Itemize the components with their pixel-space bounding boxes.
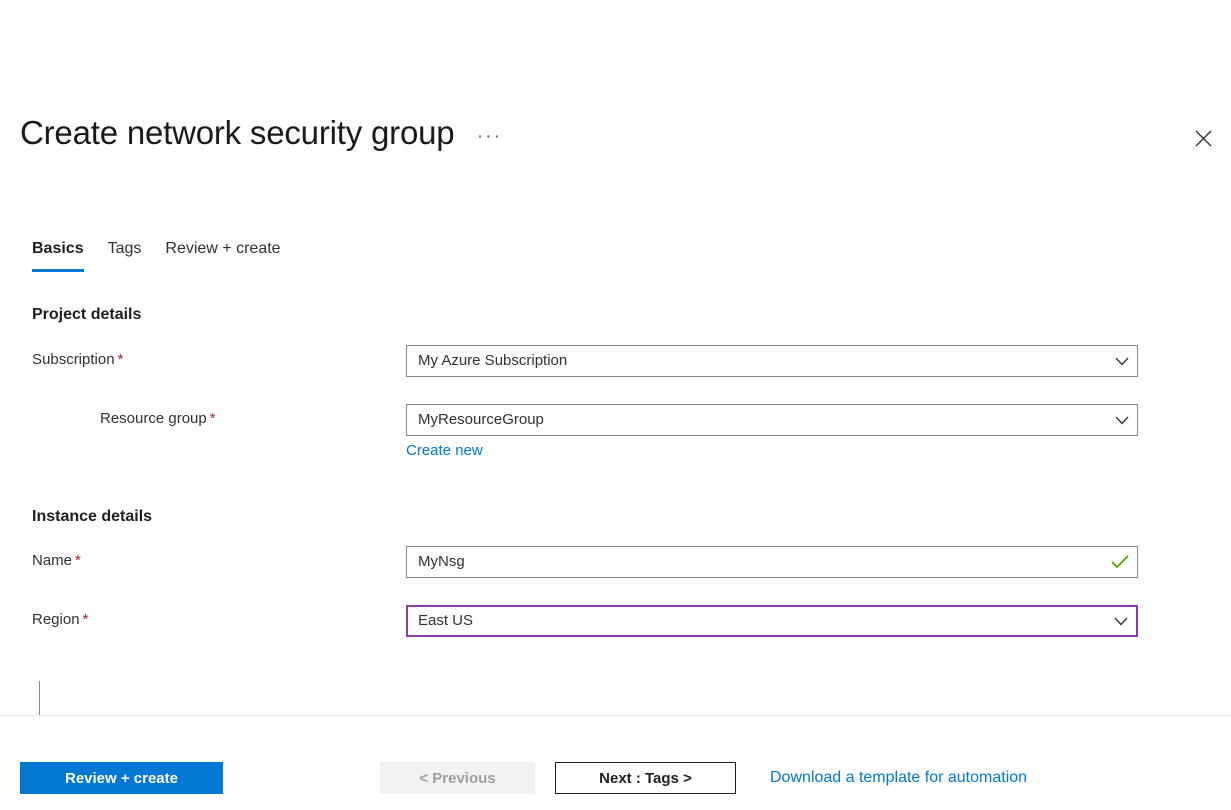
next-tags-button[interactable]: Next : Tags > — [555, 762, 736, 794]
chevron-down-icon — [1107, 357, 1137, 366]
review-create-button[interactable]: Review + create — [20, 762, 223, 794]
previous-button[interactable]: < Previous — [380, 762, 535, 794]
resource-group-dropdown[interactable]: MyResourceGroup — [406, 404, 1138, 436]
name-input[interactable]: MyNsg — [406, 546, 1138, 578]
tab-basics[interactable]: Basics — [20, 238, 96, 272]
checkmark-valid-icon — [1103, 555, 1137, 569]
label-resource-group-text: Resource group — [100, 410, 207, 427]
blade-header: Create network security group ··· — [0, 0, 1231, 180]
chevron-down-icon — [1106, 617, 1136, 626]
label-name: Name * — [32, 551, 81, 571]
region-dropdown[interactable]: East US — [406, 605, 1138, 637]
label-name-text: Name — [32, 552, 73, 569]
create-new-resource-group-link[interactable]: Create new — [406, 441, 483, 461]
section-title-project-details: Project details — [32, 306, 142, 323]
download-template-link[interactable]: Download a template for automation — [770, 762, 1027, 794]
section-title-instance-details: Instance details — [32, 508, 153, 525]
tab-tags[interactable]: Tags — [96, 238, 154, 272]
resource-group-indent-connector — [39, 681, 88, 718]
chevron-down-icon — [1107, 416, 1137, 425]
footer-bar: Review + create < Previous Next : Tags >… — [0, 716, 1231, 810]
close-blade-button[interactable] — [1185, 120, 1221, 156]
name-value: MyNsg — [418, 553, 465, 570]
title-row: Create network security group ··· — [20, 112, 504, 154]
label-subscription: Subscription * — [32, 350, 123, 370]
required-asterisk: * — [117, 351, 124, 368]
more-actions-button[interactable]: ··· — [474, 122, 504, 152]
required-asterisk: * — [75, 552, 81, 569]
tab-bar: Basics Tags Review + create — [20, 238, 293, 272]
label-resource-group: Resource group * — [100, 409, 216, 429]
resource-group-value: MyResourceGroup — [418, 411, 544, 428]
required-asterisk: * — [82, 611, 89, 628]
subscription-dropdown[interactable]: My Azure Subscription — [406, 345, 1138, 377]
subscription-value: My Azure Subscription — [418, 352, 568, 369]
page-title: Create network security group — [20, 114, 455, 151]
required-asterisk: * — [209, 410, 216, 427]
tab-review-create[interactable]: Review + create — [153, 238, 292, 272]
close-icon — [1195, 130, 1212, 147]
region-value: East US — [418, 612, 474, 629]
label-region: Region * — [32, 610, 88, 630]
label-region-text: Region — [32, 611, 80, 628]
label-subscription-text: Subscription — [32, 351, 115, 368]
ellipsis-icon: ··· — [476, 126, 502, 147]
